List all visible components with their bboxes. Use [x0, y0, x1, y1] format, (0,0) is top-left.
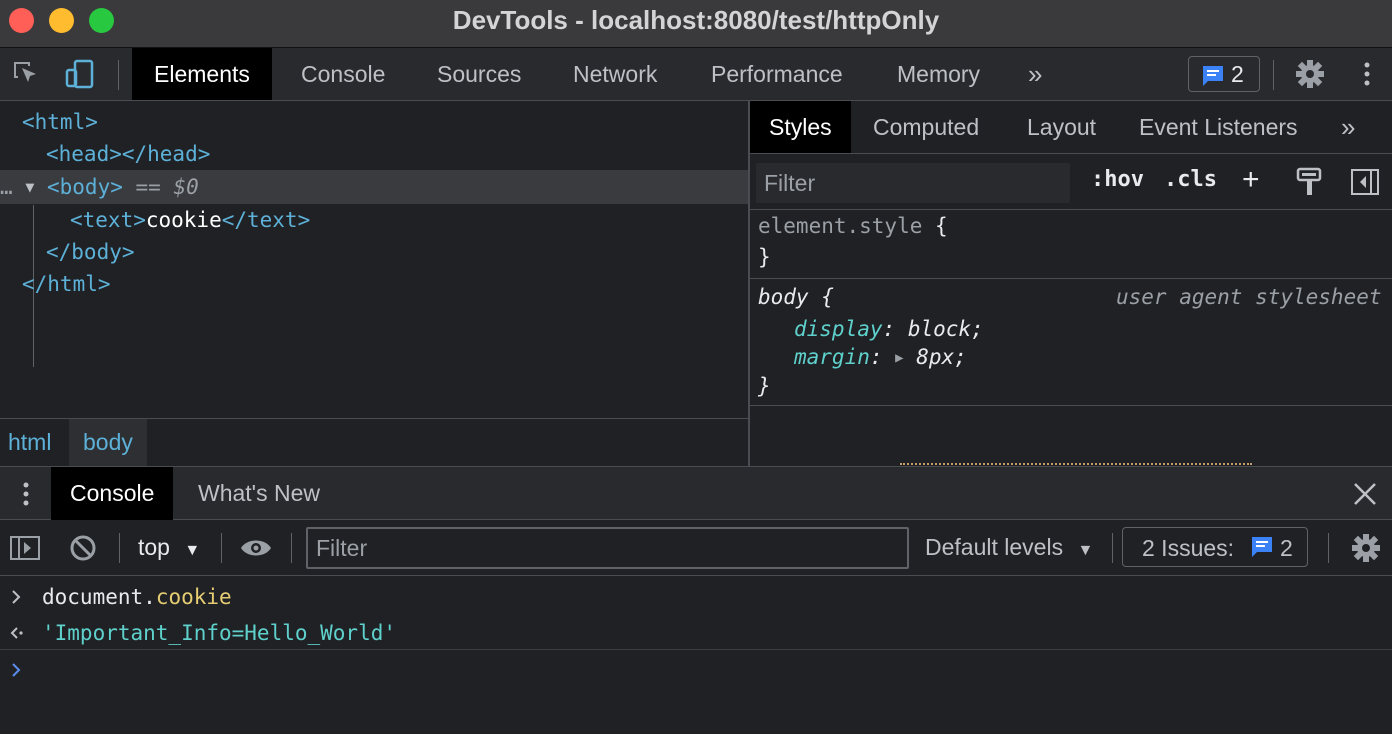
message-icon: [1201, 64, 1225, 93]
tab-memory[interactable]: Memory: [875, 48, 1002, 100]
box-model-outline: [900, 463, 1252, 465]
expand-shorthand-triangle-icon[interactable]: ▶: [895, 350, 903, 366]
settings-gear-icon[interactable]: [1294, 58, 1326, 90]
context-selector[interactable]: top ▼: [138, 534, 200, 561]
console-settings-gear-icon[interactable]: [1350, 532, 1382, 569]
toolbar-divider: [291, 533, 292, 563]
dom-node-html-close[interactable]: </html>: [22, 268, 111, 300]
show-sidebar-icon[interactable]: [9, 534, 41, 567]
styles-filter: [756, 163, 1070, 203]
toolbar-divider: [221, 533, 222, 563]
rule-source-label: user agent stylesheet: [1116, 285, 1382, 309]
drawer-tab-whats-new[interactable]: What's New: [179, 467, 339, 520]
new-style-rule-plus-icon[interactable]: +: [1242, 163, 1260, 197]
tab-console[interactable]: Console: [279, 48, 407, 100]
issues-count: 2: [1231, 61, 1244, 87]
styles-tabbar: Styles Computed Layout Event Listeners »: [750, 101, 1392, 154]
clear-console-icon[interactable]: [68, 533, 98, 568]
rule-selector: element.style: [758, 214, 923, 238]
node-actions-ellipsis-icon[interactable]: …: [0, 175, 13, 199]
cls-button[interactable]: .cls: [1164, 167, 1217, 192]
tab-layout[interactable]: Layout: [1008, 101, 1115, 153]
rule-selector: body: [758, 285, 809, 309]
breadcrumb: html body: [0, 418, 748, 466]
drawer-tab-console[interactable]: Console: [51, 467, 174, 520]
dom-node-body-close[interactable]: </body>: [46, 236, 135, 268]
close-drawer-icon[interactable]: [1352, 481, 1378, 512]
dom-tree: <html> <head></head> … ▼ <body> == $0 <t…: [0, 101, 748, 418]
tab-styles[interactable]: Styles: [750, 101, 851, 153]
console-toolbar: top ▼ Default levels ▼ 2 Issues: 2: [0, 520, 1392, 576]
inspect-element-icon[interactable]: [10, 58, 42, 90]
dom-node-html[interactable]: <html>: [22, 106, 98, 138]
style-rule-element-style: element.style { }: [750, 211, 1392, 279]
styles-filter-row: :hov .cls +: [750, 155, 1392, 210]
console-result-line: 'Important_Info=Hello_World': [0, 615, 1392, 651]
tab-computed[interactable]: Computed: [854, 101, 998, 153]
console-output: document.cookie 'Important_Info=Hello_Wo…: [0, 577, 1392, 734]
console-filter-input[interactable]: [308, 529, 907, 567]
more-tabs-chevron-icon[interactable]: »: [1006, 48, 1064, 100]
drawer-menu-kebab-icon[interactable]: [14, 479, 38, 514]
toolbar-divider: [1112, 533, 1113, 563]
dom-node-head[interactable]: <head></head>: [46, 138, 210, 170]
tab-elements[interactable]: Elements: [132, 48, 272, 100]
declaration-display[interactable]: display: block;: [794, 314, 984, 344]
toolbar-divider: [1328, 533, 1329, 563]
title-bar: DevTools - localhost:8080/test/httpOnly: [0, 0, 1392, 48]
main-toolbar: Elements Console Sources Network Perform…: [0, 48, 1392, 101]
log-levels-dropdown[interactable]: Default levels ▼: [925, 534, 1093, 561]
console-prompt-line[interactable]: [0, 652, 1392, 688]
dropdown-caret-icon: ▼: [184, 542, 201, 559]
toggle-sidebar-icon[interactable]: [1350, 167, 1380, 202]
tab-performance[interactable]: Performance: [689, 48, 865, 100]
breadcrumb-html[interactable]: html: [0, 419, 59, 466]
more-options-kebab-icon[interactable]: [1351, 58, 1383, 90]
dom-node-text[interactable]: <text>cookie</text>: [70, 204, 310, 236]
live-expression-eye-icon[interactable]: [239, 536, 273, 565]
expand-triangle-icon[interactable]: ▼: [25, 178, 34, 196]
rendering-paint-icon[interactable]: [1296, 167, 1324, 202]
dom-node-body[interactable]: … ▼ <body> == $0: [0, 171, 199, 203]
issues-button[interactable]: 2: [1188, 56, 1260, 92]
console-input-line: document.cookie: [0, 579, 1392, 615]
more-style-tabs-chevron-icon[interactable]: »: [1322, 101, 1374, 153]
window-title: DevTools - localhost:8080/test/httpOnly: [452, 5, 940, 35]
device-toolbar-icon[interactable]: [64, 58, 96, 90]
toolbar-divider: [1273, 60, 1274, 90]
hov-button[interactable]: :hov: [1091, 167, 1144, 192]
breadcrumb-body[interactable]: body: [69, 419, 147, 466]
prompt-chevron-icon: [10, 652, 24, 699]
drawer-tabbar: Console What's New: [0, 466, 1392, 520]
declaration-margin[interactable]: margin: ▶ 8px;: [794, 342, 967, 372]
tab-sources[interactable]: Sources: [415, 48, 543, 100]
console-filter: [306, 527, 909, 569]
style-rule-body: body { user agent stylesheet display: bl…: [750, 282, 1392, 406]
message-icon: [1250, 535, 1274, 564]
console-issues-button[interactable]: 2 Issues: 2: [1122, 527, 1308, 567]
toolbar-divider: [119, 533, 120, 563]
tab-event-listeners[interactable]: Event Listeners: [1120, 101, 1317, 153]
dropdown-caret-icon: ▼: [1077, 542, 1094, 559]
tab-network[interactable]: Network: [551, 48, 679, 100]
styles-filter-input[interactable]: [756, 163, 1070, 203]
toolbar-divider: [118, 60, 119, 90]
